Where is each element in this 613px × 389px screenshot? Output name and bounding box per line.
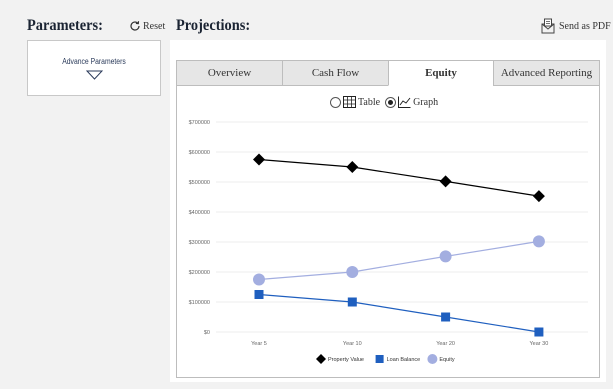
graph-radio[interactable] — [385, 96, 397, 108]
equity-point — [439, 250, 452, 263]
property-value-point — [346, 161, 359, 173]
reset-button[interactable]: Reset — [129, 20, 165, 32]
send-as-pdf-label: Send as PDF — [559, 20, 611, 32]
x-tick-label: Year 30 — [530, 341, 549, 347]
x-tick-label: Year 10 — [343, 341, 362, 347]
property-value-legend-marker — [316, 354, 326, 364]
view-toggle: Table Graph — [330, 96, 438, 108]
property-value-point — [439, 175, 452, 188]
reset-label: Reset — [143, 20, 166, 32]
tab-advanced-reporting[interactable]: Advanced Reporting — [493, 60, 600, 86]
tab-equity[interactable]: Equity — [388, 60, 494, 86]
loan-balance-legend-marker — [375, 355, 384, 363]
chevron-down-icon[interactable] — [86, 70, 103, 80]
y-tick-label: $300000 — [189, 240, 210, 246]
loan-balance-point — [347, 297, 357, 307]
loan-balance-line — [258, 293, 539, 333]
table-icon — [343, 96, 356, 108]
equity-projection-chart: $0 $100000 $200000 $300000 $400000 $500000 $60… — [189, 120, 588, 364]
equity-point — [253, 273, 265, 286]
table-label: Table — [358, 96, 381, 108]
pdf-mail-icon — [541, 18, 555, 34]
loan-balance-point — [254, 290, 264, 299]
tab-overview[interactable]: Overview — [176, 60, 283, 86]
property-value-line — [258, 158, 539, 197]
property-value-point — [253, 153, 265, 166]
graph-option[interactable]: Graph — [385, 96, 438, 108]
loan-balance-point — [441, 312, 451, 322]
y-tick-label: $600000 — [189, 150, 210, 156]
table-radio[interactable] — [330, 96, 341, 108]
loan-balance-legend-label: Loan Balance — [387, 357, 421, 363]
refresh-icon — [130, 21, 140, 31]
parameters-title: Parameters: — [27, 17, 103, 34]
equity-line — [258, 240, 539, 281]
advance-parameters-label: Advance Parameters — [62, 57, 126, 66]
graph-label: Graph — [413, 96, 439, 108]
send-as-pdf-button[interactable]: Send as PDF — [540, 18, 611, 34]
y-tick-label: $500000 — [189, 180, 210, 186]
equity-point — [346, 266, 359, 278]
advance-parameters-panel[interactable]: Advance Parameters — [27, 40, 161, 96]
line-chart-icon — [398, 96, 411, 108]
y-tick-label: $200000 — [189, 270, 210, 276]
loan-balance-point — [534, 327, 544, 337]
y-tick-label: $0 — [204, 330, 210, 336]
x-tick-label: Year 5 — [251, 341, 267, 347]
table-option[interactable]: Table — [330, 96, 380, 108]
tab-cash-flow[interactable]: Cash Flow — [282, 60, 389, 86]
y-tick-label: $100000 — [189, 300, 210, 306]
y-tick-label: $400000 — [189, 210, 210, 216]
property-value-point — [532, 190, 545, 203]
property-value-legend-label: Property Value — [328, 357, 364, 363]
equity-legend-label: Equity — [439, 357, 455, 363]
equity-point — [532, 235, 545, 248]
projections-title: Projections: — [176, 17, 251, 34]
equity-legend-marker — [427, 354, 438, 364]
y-tick-label: $700000 — [189, 120, 210, 126]
x-tick-label: Year 20 — [436, 341, 455, 347]
